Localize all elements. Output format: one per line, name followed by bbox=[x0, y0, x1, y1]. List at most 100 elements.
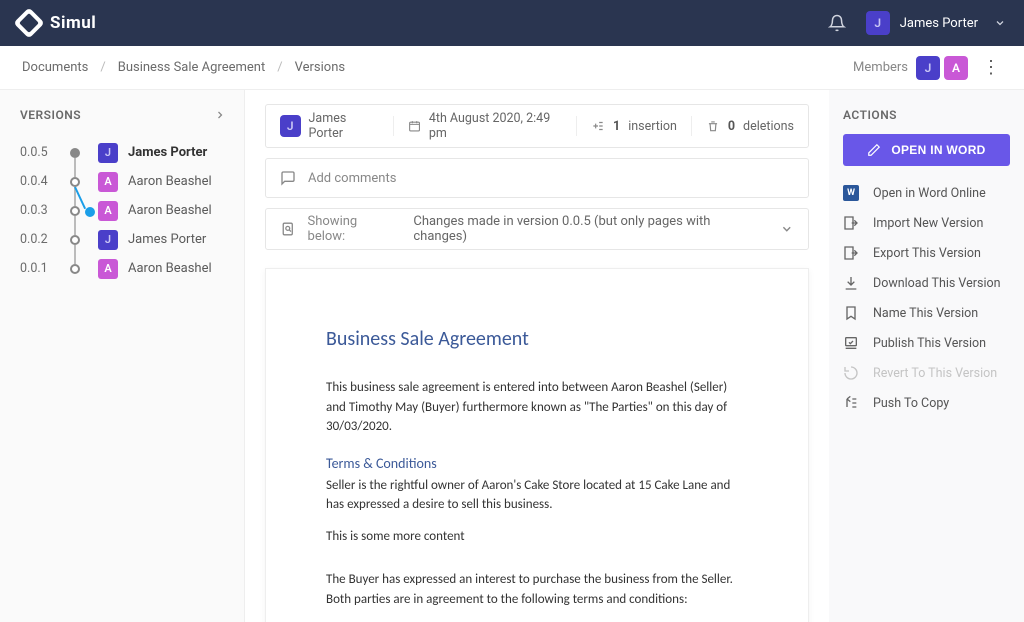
changes-selector[interactable]: Showing below: Changes made in version 0… bbox=[265, 208, 809, 250]
author-avatar: J bbox=[280, 115, 301, 137]
version-node-icon bbox=[70, 264, 80, 274]
deletions-count: 0 bbox=[728, 119, 735, 134]
version-node-col bbox=[60, 177, 90, 187]
versions-sidebar: VERSIONS 0.0.5 J James Porter 0.0.4 A Aaron B… bbox=[0, 90, 245, 622]
action-bookmark[interactable]: Name This Version bbox=[843, 298, 1010, 328]
chevron-right-icon[interactable] bbox=[214, 109, 226, 121]
word-icon: W bbox=[843, 185, 859, 201]
version-author-name: James Porter bbox=[128, 145, 207, 160]
version-number: 0.0.1 bbox=[20, 261, 60, 276]
version-date: 4th August 2020, 2:49 pm bbox=[429, 111, 562, 141]
breadcrumb-doc[interactable]: Business Sale Agreement bbox=[118, 60, 266, 75]
word-icon: W bbox=[843, 185, 859, 201]
insertions-count: 1 bbox=[613, 119, 620, 134]
bookmark-icon bbox=[843, 305, 859, 321]
comment-icon bbox=[280, 170, 296, 186]
import-icon bbox=[843, 215, 859, 231]
center-panel: J James Porter 4th August 2020, 2:49 pm … bbox=[245, 90, 829, 622]
version-node-col bbox=[60, 264, 90, 274]
brand-logo[interactable]: Simul bbox=[18, 12, 96, 34]
breadcrumb-sep: / bbox=[277, 60, 282, 75]
publish-icon bbox=[843, 335, 859, 351]
chevron-down-icon bbox=[780, 222, 794, 236]
action-publish[interactable]: Publish This Version bbox=[843, 328, 1010, 358]
document-preview: Business Sale Agreement This business sa… bbox=[265, 268, 809, 622]
action-import[interactable]: Import New Version bbox=[843, 208, 1010, 238]
version-row[interactable]: 0.0.1 A Aaron Beashel bbox=[20, 254, 232, 283]
action-label: Push To Copy bbox=[873, 396, 949, 411]
version-number: 0.0.5 bbox=[20, 145, 60, 160]
member-avatar-a[interactable]: A bbox=[944, 56, 968, 80]
breadcrumb-documents[interactable]: Documents bbox=[22, 60, 88, 75]
version-row[interactable]: 0.0.3 A Aaron Beashel bbox=[20, 196, 232, 225]
member-avatar-j[interactable]: J bbox=[916, 56, 940, 80]
deletions-label: deletions bbox=[743, 119, 794, 134]
action-label: Open in Word Online bbox=[873, 186, 986, 201]
brand-name: Simul bbox=[50, 13, 96, 33]
doc-paragraph: This is some more content bbox=[326, 527, 748, 547]
more-menu-icon[interactable]: ⋮ bbox=[982, 57, 1002, 78]
version-node-col bbox=[60, 148, 90, 158]
user-name: James Porter bbox=[900, 16, 978, 31]
breadcrumb-bar: Documents / Business Sale Agreement / Ve… bbox=[0, 46, 1024, 90]
version-number: 0.0.3 bbox=[20, 203, 60, 218]
doc-heading: Terms & Conditions bbox=[326, 453, 748, 474]
version-author-avatar: J bbox=[98, 143, 118, 163]
version-node-icon bbox=[70, 206, 80, 216]
deletion-icon bbox=[706, 119, 720, 133]
doc-paragraph: The Buyer has expressed an interest to p… bbox=[326, 570, 748, 609]
version-author-avatar: A bbox=[98, 172, 118, 192]
changes-text: Changes made in version 0.0.5 (but only … bbox=[413, 214, 756, 244]
open-in-word-label: OPEN IN WORD bbox=[891, 143, 985, 157]
version-node-col bbox=[60, 235, 90, 245]
breadcrumb-versions[interactable]: Versions bbox=[295, 60, 345, 75]
action-word[interactable]: W Open in Word Online bbox=[843, 178, 1010, 208]
version-row[interactable]: 0.0.5 J James Porter bbox=[20, 138, 232, 167]
insertion-icon bbox=[591, 119, 605, 133]
doc-paragraph: This business sale agreement is entered … bbox=[326, 378, 748, 437]
breadcrumb-sep: / bbox=[100, 60, 105, 75]
version-author-avatar: A bbox=[98, 259, 118, 279]
version-row[interactable]: 0.0.2 J James Porter bbox=[20, 225, 232, 254]
sidebar-title: VERSIONS bbox=[20, 108, 81, 122]
user-menu[interactable]: J James Porter bbox=[866, 11, 1006, 35]
members-label: Members bbox=[853, 60, 908, 75]
version-author-name: James Porter bbox=[128, 232, 206, 247]
members-avatars[interactable]: J A bbox=[916, 56, 968, 80]
chevron-down-icon bbox=[994, 17, 1006, 29]
find-changes-icon bbox=[280, 221, 296, 237]
user-avatar: J bbox=[866, 11, 890, 35]
version-author-avatar: J bbox=[98, 230, 118, 250]
action-label: Publish This Version bbox=[873, 336, 986, 351]
pencil-icon bbox=[867, 143, 881, 157]
actions-panel: ACTIONS OPEN IN WORD WOpen in Word Onlin… bbox=[829, 90, 1024, 622]
action-push[interactable]: Push To Copy bbox=[843, 388, 1010, 418]
version-info-card: J James Porter 4th August 2020, 2:49 pm … bbox=[265, 104, 809, 148]
version-row[interactable]: 0.0.4AAaron Beashel bbox=[20, 167, 232, 196]
version-author-name: Aaron Beashel bbox=[128, 203, 212, 218]
notifications-icon[interactable] bbox=[828, 14, 846, 32]
action-label: Export This Version bbox=[873, 246, 981, 261]
doc-paragraph: Seller is the rightful owner of Aaron's … bbox=[326, 476, 748, 515]
author-name: James Porter bbox=[309, 111, 379, 141]
insertions-label: insertion bbox=[628, 119, 677, 134]
version-node-icon bbox=[70, 177, 80, 187]
doc-title: Business Sale Agreement bbox=[326, 324, 748, 354]
push-icon bbox=[843, 395, 859, 411]
action-label: Name This Version bbox=[873, 306, 978, 321]
action-revert: Revert To This Version bbox=[843, 358, 1010, 388]
version-author-name: Aaron Beashel bbox=[128, 261, 212, 276]
logo-icon bbox=[13, 7, 44, 38]
version-node-icon bbox=[70, 148, 80, 158]
action-label: Import New Version bbox=[873, 216, 983, 231]
version-number: 0.0.2 bbox=[20, 232, 60, 247]
app-header: Simul J James Porter bbox=[0, 0, 1024, 46]
version-number: 0.0.4 bbox=[20, 174, 60, 189]
open-in-word-button[interactable]: OPEN IN WORD bbox=[843, 134, 1010, 166]
action-label: Revert To This Version bbox=[873, 366, 997, 381]
add-comments-input[interactable]: Add comments bbox=[265, 158, 809, 198]
version-author-avatar: A bbox=[98, 201, 118, 221]
action-export[interactable]: Export This Version bbox=[843, 238, 1010, 268]
action-download[interactable]: Download This Version bbox=[843, 268, 1010, 298]
export-icon bbox=[843, 245, 859, 261]
